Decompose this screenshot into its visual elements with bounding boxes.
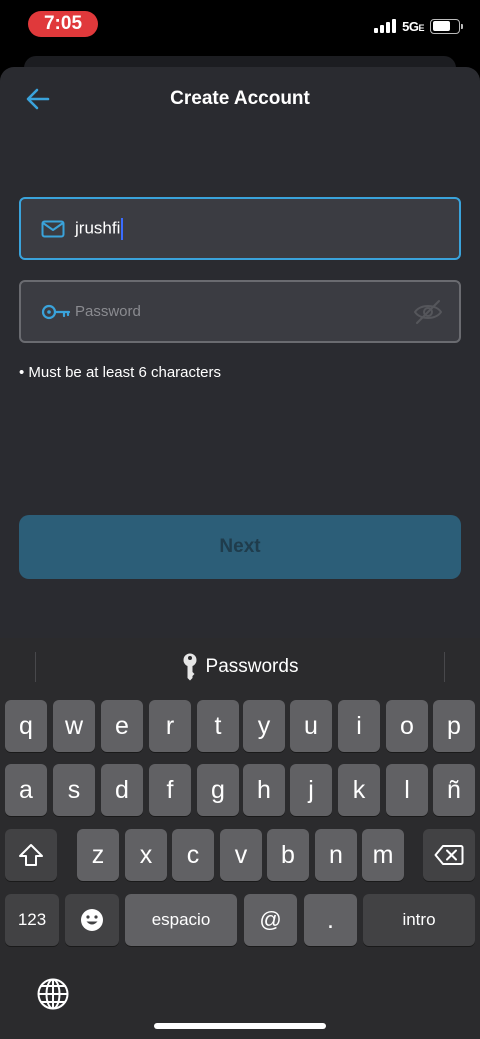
key-n[interactable]: n	[315, 829, 357, 881]
key-o[interactable]: o	[386, 700, 428, 752]
key-d[interactable]: d	[101, 764, 143, 816]
key-e[interactable]: e	[101, 700, 143, 752]
next-button[interactable]: Next	[19, 515, 461, 579]
key-b[interactable]: b	[267, 829, 309, 881]
emoji-icon	[81, 909, 103, 931]
key-i[interactable]: i	[338, 700, 380, 752]
key-w[interactable]: w	[53, 700, 95, 752]
shift-icon	[19, 844, 43, 866]
return-key[interactable]: intro	[363, 894, 475, 946]
status-time: 7:05	[28, 11, 98, 37]
email-input[interactable]: jrushfi	[75, 217, 124, 240]
eye-off-icon[interactable]	[413, 299, 443, 325]
key-u[interactable]: u	[290, 700, 332, 752]
key-icon	[183, 653, 197, 681]
password-input[interactable]: Password	[75, 303, 141, 320]
delete-key[interactable]	[423, 829, 475, 881]
key-j[interactable]: j	[290, 764, 332, 816]
mail-icon	[41, 220, 65, 238]
key-n-tilde[interactable]: ñ	[433, 764, 475, 816]
key-r[interactable]: r	[149, 700, 191, 752]
home-indicator	[154, 1023, 326, 1029]
password-field[interactable]: Password	[19, 280, 461, 343]
battery-icon	[430, 18, 463, 34]
at-key[interactable]: @	[244, 894, 297, 946]
keyboard-suggestion-bar: Passwords	[0, 638, 480, 696]
network-type: 5GE	[402, 18, 424, 34]
key-m[interactable]: m	[362, 829, 404, 881]
passwords-suggestion[interactable]: Passwords	[0, 652, 480, 682]
shift-key[interactable]	[5, 829, 57, 881]
status-indicators: 5GE	[374, 16, 463, 36]
signal-icon	[374, 19, 397, 33]
key-f[interactable]: f	[149, 764, 191, 816]
key-icon	[41, 303, 71, 321]
key-v[interactable]: v	[220, 829, 262, 881]
status-bar: 7:05 5GE	[0, 0, 480, 50]
key-s[interactable]: s	[53, 764, 95, 816]
key-g[interactable]: g	[197, 764, 239, 816]
key-h[interactable]: h	[243, 764, 285, 816]
globe-icon[interactable]	[36, 977, 70, 1011]
keyboard: Passwords q w e r t y u i o p a s d f g …	[0, 638, 480, 1039]
key-c[interactable]: c	[172, 829, 214, 881]
key-z[interactable]: z	[77, 829, 119, 881]
text-caret	[121, 217, 124, 240]
key-y[interactable]: y	[243, 700, 285, 752]
page-title: Create Account	[170, 88, 310, 109]
key-a[interactable]: a	[5, 764, 47, 816]
key-t[interactable]: t	[197, 700, 239, 752]
emoji-key[interactable]	[65, 894, 119, 946]
numbers-key[interactable]: 123	[5, 894, 59, 946]
key-q[interactable]: q	[5, 700, 47, 752]
backspace-icon	[434, 845, 464, 865]
key-p[interactable]: p	[433, 700, 475, 752]
key-x[interactable]: x	[125, 829, 167, 881]
dot-key[interactable]: .	[304, 894, 357, 946]
email-field[interactable]: jrushfi	[19, 197, 461, 260]
password-requirement-hint: • Must be at least 6 characters	[19, 364, 222, 381]
key-l[interactable]: l	[386, 764, 428, 816]
space-key[interactable]: espacio	[125, 894, 237, 946]
key-k[interactable]: k	[338, 764, 380, 816]
